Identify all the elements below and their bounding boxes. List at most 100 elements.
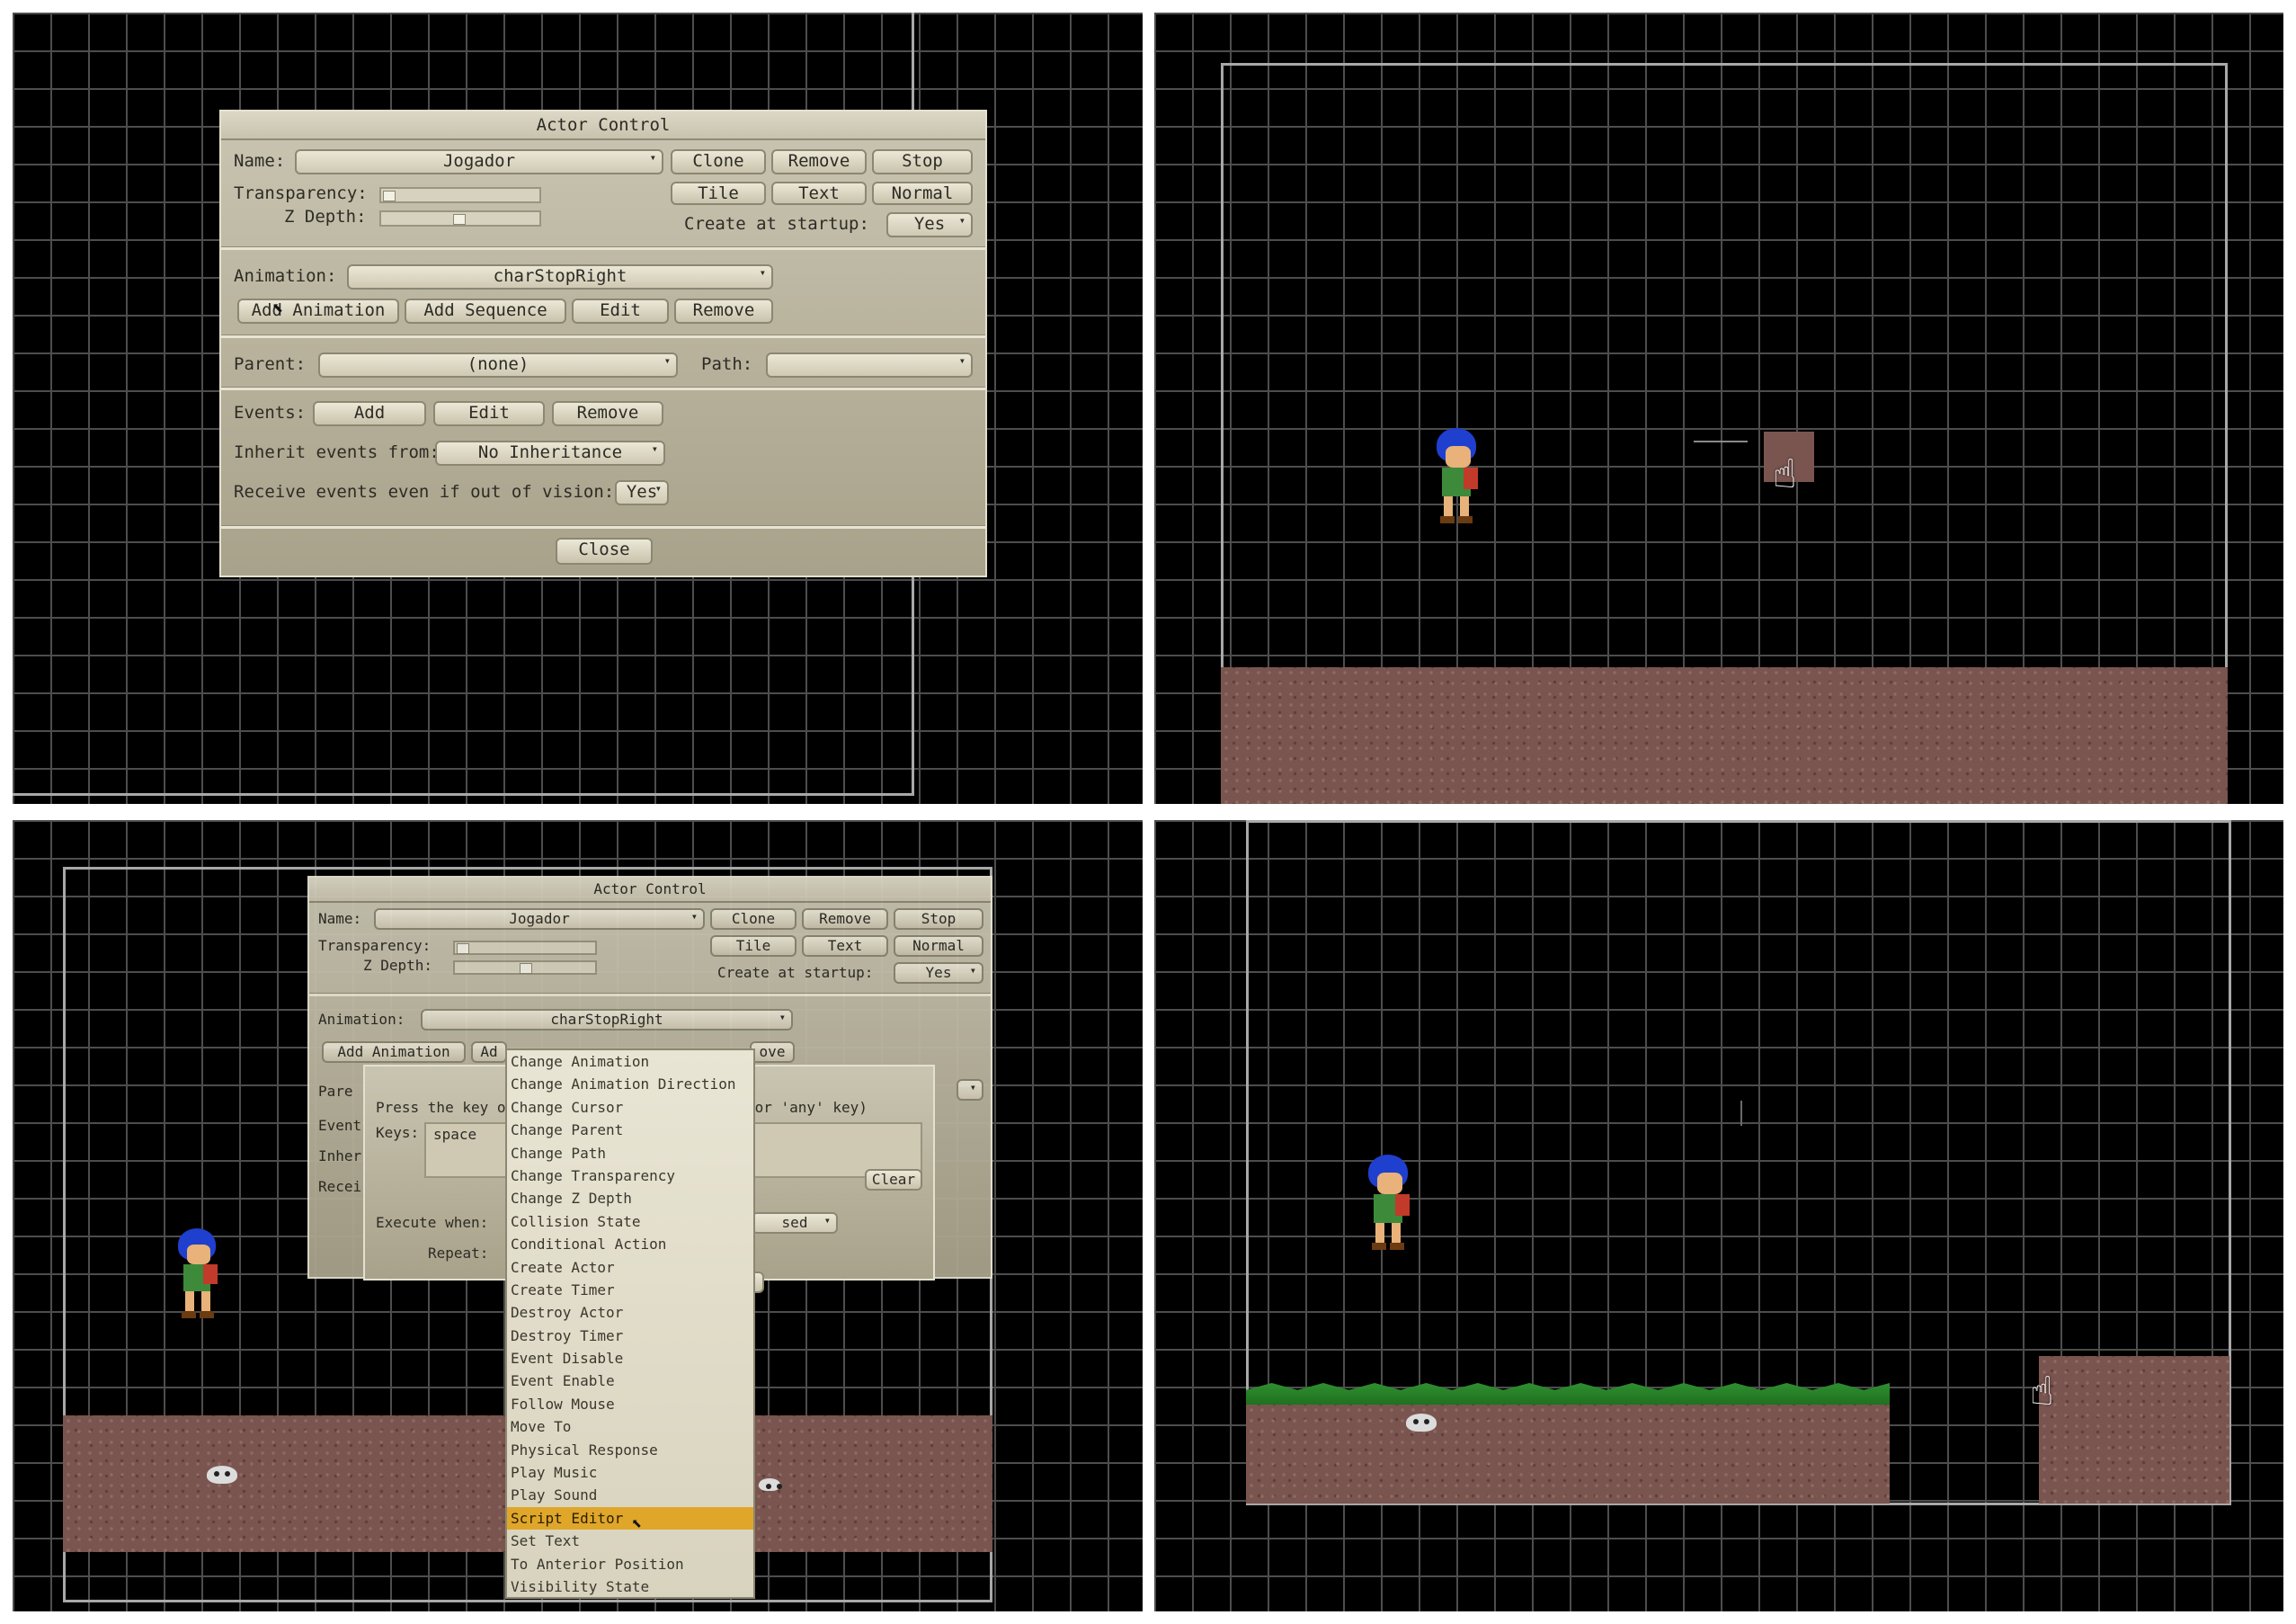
enemy-skull xyxy=(1406,1414,1437,1432)
action-menu-item[interactable]: Move To xyxy=(507,1415,753,1438)
action-menu-item[interactable]: Play Music xyxy=(507,1461,753,1484)
receive-label-partial: Recei xyxy=(318,1178,362,1195)
remove-animation-partial[interactable]: ove xyxy=(750,1041,795,1063)
inherit-dropdown[interactable]: No Inheritance xyxy=(435,441,665,466)
action-menu-item[interactable]: Change Animation xyxy=(507,1050,753,1073)
animation-label: Animation: xyxy=(234,266,337,286)
action-menu-item[interactable]: Follow Mouse xyxy=(507,1393,753,1415)
remove-animation-button[interactable]: Remove xyxy=(674,299,773,324)
events-label-partial: Event xyxy=(318,1117,362,1134)
name-dropdown[interactable]: Jogador xyxy=(374,908,705,930)
create-startup-dropdown[interactable]: Yes xyxy=(886,212,973,237)
action-menu-item[interactable]: Set Text xyxy=(507,1530,753,1552)
action-menu-item[interactable]: Physical Response xyxy=(507,1439,753,1461)
divider xyxy=(221,246,985,250)
receive-label: Receive events even if out of vision: xyxy=(234,482,615,502)
action-menu-item[interactable]: Change Transparency xyxy=(507,1164,753,1187)
events-edit-button[interactable]: Edit xyxy=(433,401,545,426)
action-menu-item[interactable]: Play Sound xyxy=(507,1484,753,1506)
enemy-skull-left xyxy=(207,1466,237,1484)
stop-button[interactable]: Stop xyxy=(872,149,973,174)
pointing-hand-icon: ☝ xyxy=(2030,1369,2054,1414)
zdepth-label: Z Depth: xyxy=(363,957,433,974)
remove-button[interactable]: Remove xyxy=(802,908,888,930)
transparency-slider[interactable] xyxy=(453,941,597,955)
player-character xyxy=(173,1228,223,1322)
tile-button[interactable]: Tile xyxy=(710,935,796,957)
events-remove-button[interactable]: Remove xyxy=(552,401,663,426)
action-menu-item[interactable]: Destroy Timer xyxy=(507,1325,753,1347)
inherit-label-partial: Inher xyxy=(318,1147,362,1164)
animation-dropdown[interactable]: charStopRight xyxy=(421,1009,793,1031)
close-button[interactable]: Close xyxy=(556,538,653,565)
view-boundary-bottom xyxy=(13,793,914,796)
add-animation-button[interactable]: Add Animation xyxy=(237,299,399,324)
stop-button[interactable]: Stop xyxy=(894,908,983,930)
text-button[interactable]: Text xyxy=(802,935,888,957)
zdepth-slider[interactable] xyxy=(453,960,597,975)
action-menu-item[interactable]: To Anterior Position xyxy=(507,1553,753,1575)
remove-button[interactable]: Remove xyxy=(771,149,867,174)
repeat-label: Repeat: xyxy=(428,1245,489,1262)
cursor-guide xyxy=(1694,441,1748,442)
action-menu-item[interactable]: Create Timer xyxy=(507,1279,753,1301)
panel-level-view-2: ☝ xyxy=(1154,820,2283,1611)
path-dropdown[interactable] xyxy=(766,352,973,378)
dialog-title: Actor Control xyxy=(221,112,985,140)
normal-button[interactable]: Normal xyxy=(872,182,973,205)
action-menu-item[interactable]: Change Z Depth xyxy=(507,1187,753,1209)
edit-animation-button[interactable]: Edit xyxy=(572,299,669,324)
add-sequence-button[interactable]: Add Sequence xyxy=(405,299,566,324)
action-menu-item[interactable]: Script Editor xyxy=(507,1506,753,1530)
ground-platform xyxy=(1221,667,2228,804)
animation-label: Animation: xyxy=(318,1011,405,1028)
action-menu-item[interactable]: Event Disable xyxy=(507,1347,753,1370)
name-dropdown[interactable]: Jogador xyxy=(295,149,663,174)
slider-thumb[interactable] xyxy=(453,214,466,225)
slider-thumb[interactable] xyxy=(457,943,469,954)
action-menu-item[interactable]: Collision State xyxy=(507,1210,753,1233)
divider xyxy=(221,387,985,390)
path-dropdown[interactable] xyxy=(957,1079,983,1101)
execute-dropdown[interactable]: sed xyxy=(752,1212,838,1234)
tile-button[interactable]: Tile xyxy=(671,182,766,205)
action-menu-item[interactable]: Destroy Actor xyxy=(507,1301,753,1324)
action-menu-item[interactable]: Conditional Action xyxy=(507,1233,753,1255)
clone-button[interactable]: Clone xyxy=(671,149,766,174)
action-menu: Change Animation Change Animation Directi… xyxy=(505,1048,755,1599)
transparency-label: Transparency: xyxy=(234,183,368,203)
zdepth-slider[interactable] xyxy=(379,210,541,227)
receive-dropdown[interactable]: Yes xyxy=(615,480,669,505)
animation-dropdown[interactable]: charStopRight xyxy=(347,264,773,290)
keys-value: space xyxy=(433,1126,477,1143)
action-menu-item[interactable]: Change Cursor xyxy=(507,1096,753,1119)
player-character xyxy=(1361,1155,1415,1254)
events-add-button[interactable]: Add xyxy=(313,401,426,426)
parent-dropdown[interactable]: (none) xyxy=(318,352,678,378)
dialog-title: Actor Control xyxy=(309,878,991,903)
slider-thumb[interactable] xyxy=(520,963,532,974)
action-menu-item[interactable]: Create Actor xyxy=(507,1256,753,1279)
action-menu-item[interactable]: Change Parent xyxy=(507,1119,753,1141)
action-menu-item[interactable]: Event Enable xyxy=(507,1370,753,1392)
action-menu-item[interactable]: Change Path xyxy=(507,1142,753,1164)
normal-button[interactable]: Normal xyxy=(894,935,983,957)
slider-thumb[interactable] xyxy=(383,191,396,201)
clone-button[interactable]: Clone xyxy=(710,908,796,930)
parent-label: Parent: xyxy=(234,354,307,374)
divider xyxy=(221,335,985,338)
add-animation-button[interactable]: Add Animation xyxy=(322,1041,466,1063)
events-label: Events: xyxy=(234,403,307,423)
text-button[interactable]: Text xyxy=(771,182,867,205)
create-startup-dropdown[interactable]: Yes xyxy=(894,962,983,984)
action-menu-item[interactable]: Visibility State xyxy=(507,1575,753,1598)
action-menu-item[interactable]: Change Animation Direction xyxy=(507,1073,753,1095)
zdepth-label: Z Depth: xyxy=(284,207,367,227)
clear-button[interactable]: Clear xyxy=(865,1169,922,1191)
panel-actor-control: Actor Control Name: Jogador Clone Remove… xyxy=(13,13,1143,804)
panel-level-view-1: ☝ xyxy=(1154,13,2283,804)
transparency-slider[interactable] xyxy=(379,187,541,203)
enemy-skull-right xyxy=(759,1478,782,1491)
add-sequence-partial[interactable]: Ad xyxy=(471,1041,507,1063)
arrow-cursor-icon: ⬉ xyxy=(631,1512,643,1534)
